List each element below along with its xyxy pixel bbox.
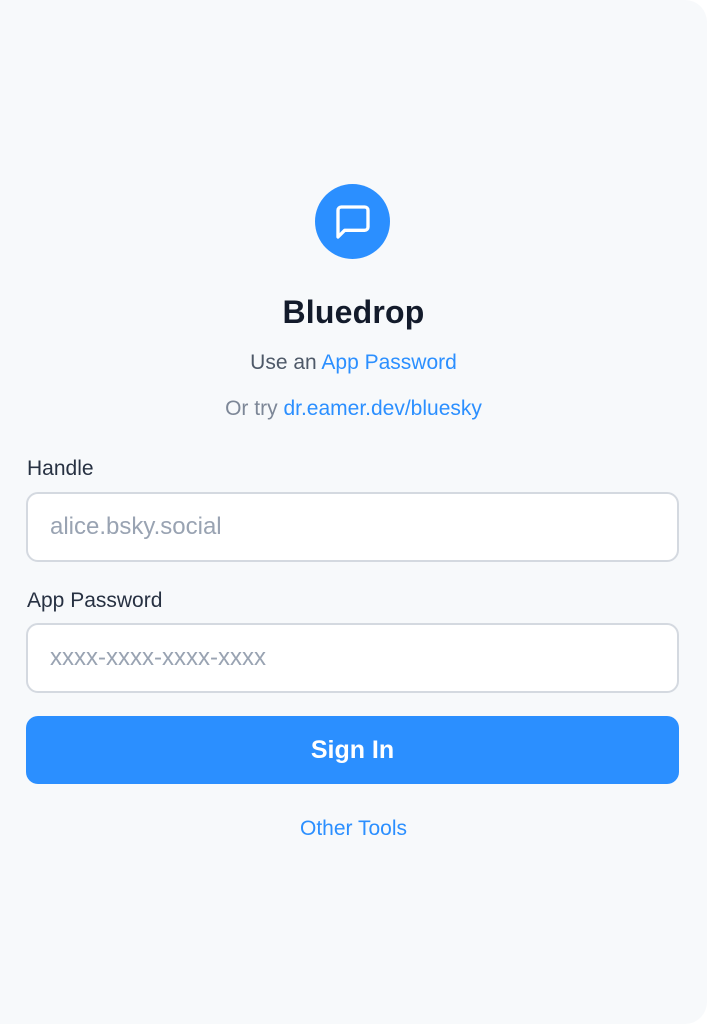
alternative-site-link[interactable]: dr.eamer.dev/bluesky	[283, 397, 481, 420]
app-logo	[315, 184, 390, 259]
other-tools-link[interactable]: Other Tools	[300, 817, 407, 840]
app-password-label: App Password	[27, 589, 163, 612]
sign-in-button[interactable]: Sign In	[26, 716, 679, 784]
other-tools-container: Other Tools	[0, 817, 707, 841]
app-password-input[interactable]	[26, 623, 679, 693]
handle-input[interactable]	[26, 492, 679, 562]
handle-label: Handle	[27, 457, 94, 480]
app-password-hint-prefix: Use an	[250, 351, 317, 374]
login-card: Bluedrop Use an App Password Or try dr.e…	[0, 0, 707, 1024]
message-square-icon	[335, 204, 370, 239]
alternative-hint: Or try dr.eamer.dev/bluesky	[0, 397, 707, 421]
alternative-hint-prefix: Or try	[225, 397, 278, 420]
app-password-hint: Use an App Password	[0, 351, 707, 375]
app-password-link[interactable]: App Password	[321, 351, 456, 374]
app-title: Bluedrop	[282, 294, 425, 330]
